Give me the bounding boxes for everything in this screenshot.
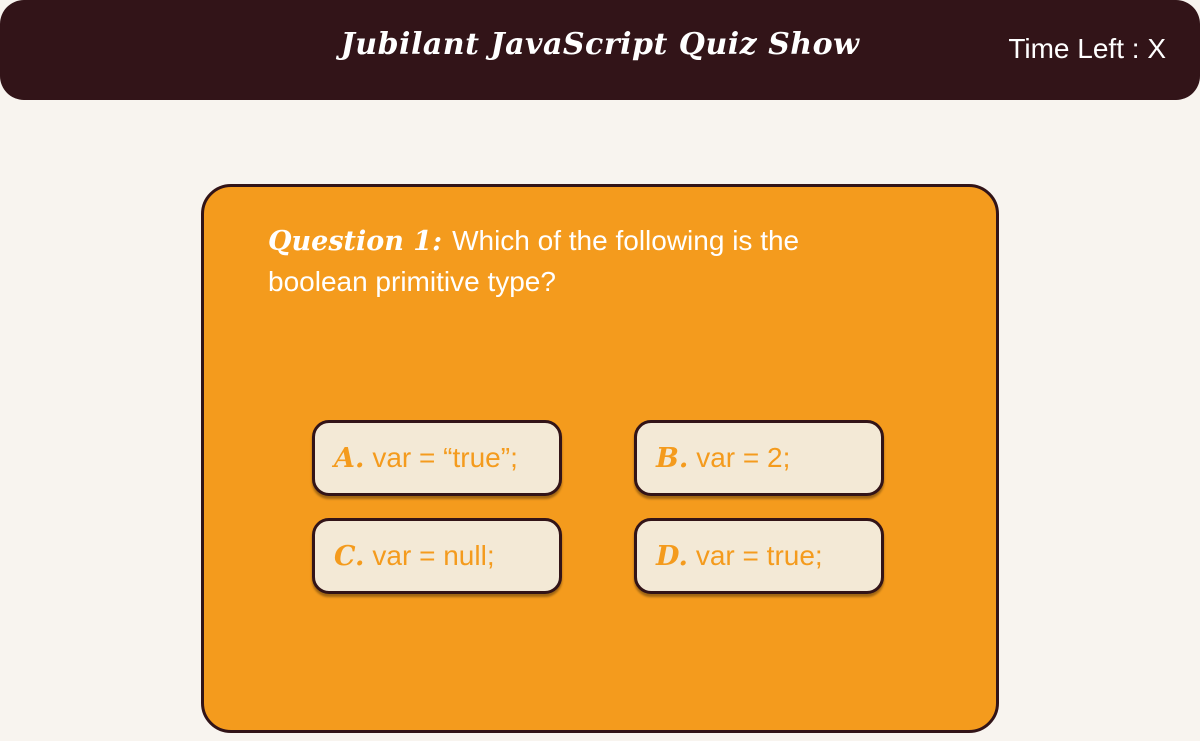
header-bar: Jubilant JavaScript Quiz Show Time Left … bbox=[0, 0, 1200, 100]
answer-letter-a: A. bbox=[334, 442, 365, 474]
question-number-label: Question 1: bbox=[268, 226, 443, 257]
answer-letter-b: B. bbox=[656, 442, 689, 474]
answer-letter-c: C. bbox=[334, 540, 365, 572]
answer-letter-d: D. bbox=[656, 540, 688, 572]
answer-option-d[interactable]: D. var = true; bbox=[634, 518, 884, 594]
answer-text-b: var = 2; bbox=[696, 442, 791, 473]
quiz-card: Question 1: Which of the following is the… bbox=[201, 184, 999, 733]
time-left-indicator: Time Left : X bbox=[1008, 33, 1166, 64]
answer-option-c[interactable]: C. var = null; bbox=[312, 518, 562, 594]
answer-text-d: var = true; bbox=[695, 540, 823, 571]
answer-option-b[interactable]: B. var = 2; bbox=[634, 420, 884, 496]
answer-text-c: var = null; bbox=[372, 540, 495, 571]
answer-text-a: var = “true”; bbox=[372, 442, 518, 473]
question-text-block: Question 1: Which of the following is the… bbox=[268, 221, 858, 302]
answer-option-a[interactable]: A. var = “true”; bbox=[312, 420, 562, 496]
